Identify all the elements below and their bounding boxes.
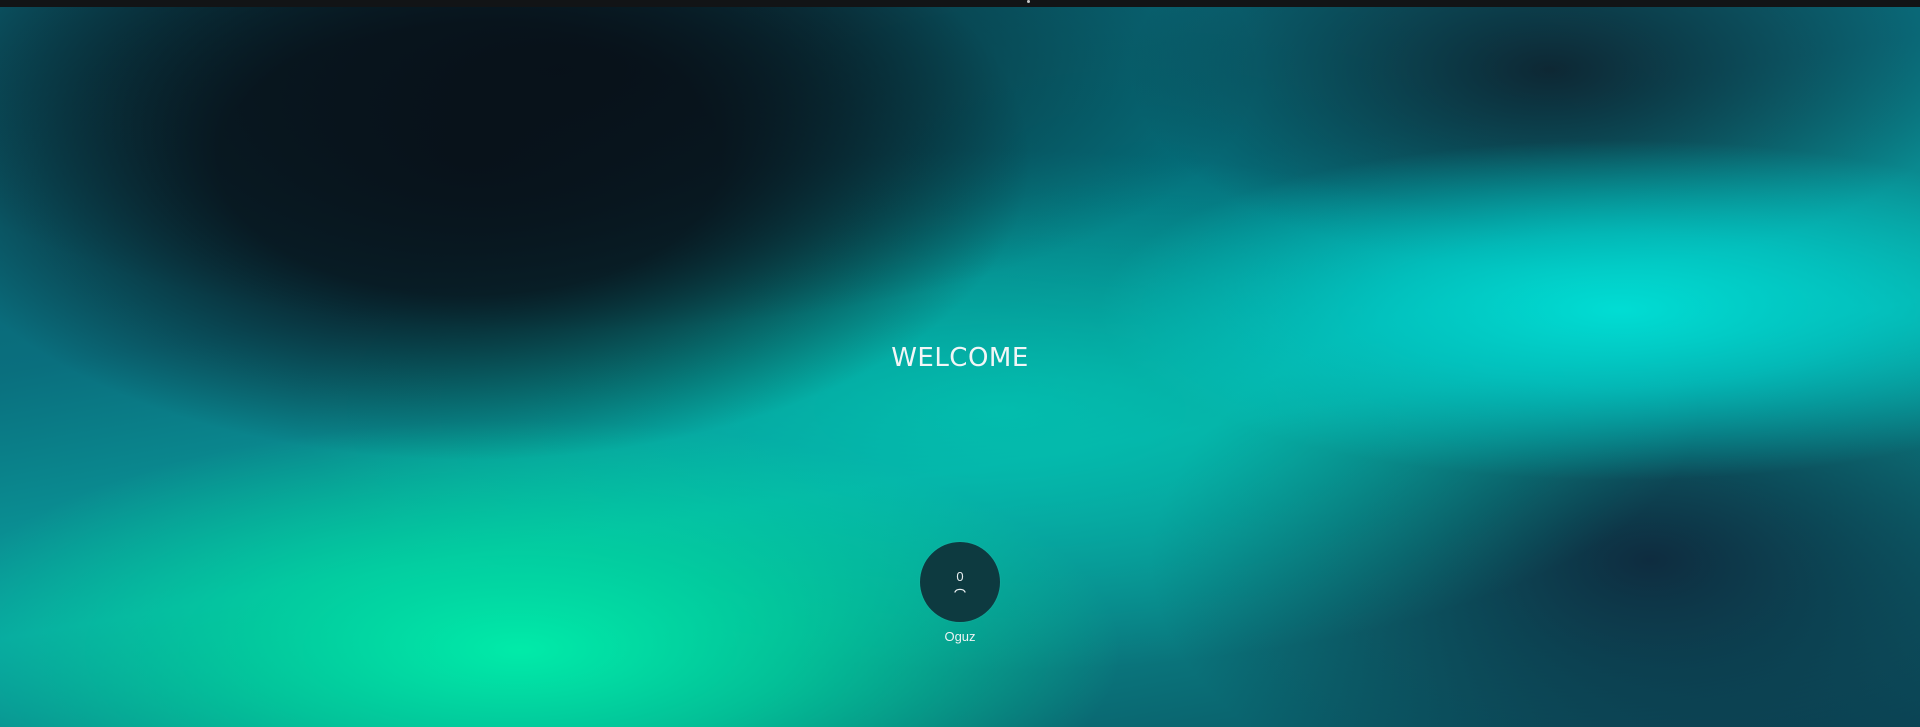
avatar-initial: 0 [956, 569, 964, 584]
top-bar-indicator [1027, 0, 1030, 3]
welcome-heading: WELCOME [891, 343, 1029, 373]
login-center: WELCOME 0 Oguz [0, 0, 1920, 727]
person-icon [954, 588, 966, 593]
user-tile-oguz[interactable]: 0 Oguz [920, 542, 1000, 644]
username-label: Oguz [944, 629, 976, 644]
avatar[interactable]: 0 [920, 542, 1000, 622]
login-screen: WELCOME 0 Oguz [0, 0, 1920, 727]
top-bar [0, 0, 1920, 7]
